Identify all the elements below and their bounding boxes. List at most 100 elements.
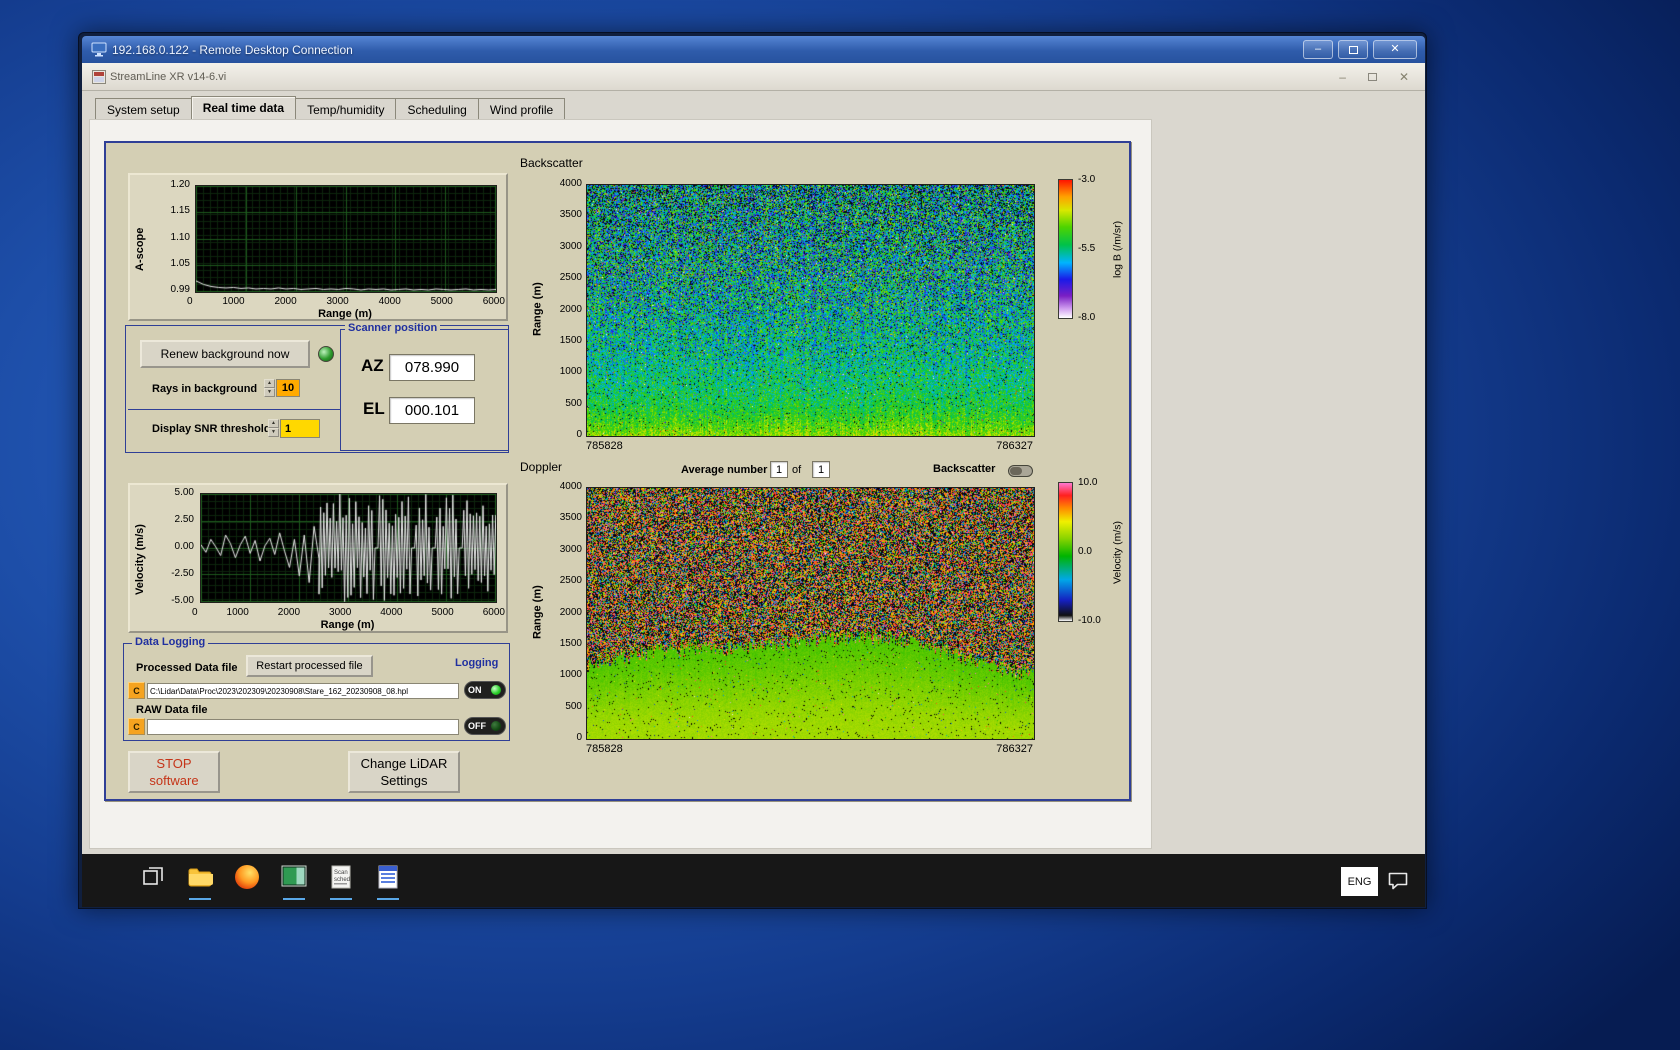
renew-background-button[interactable]: Renew background now [140, 340, 310, 368]
backscatter-x-ticks: 785828 786327 [586, 440, 1033, 452]
processed-drive-button[interactable]: C [128, 682, 145, 699]
processed-logging-toggle[interactable]: ON [464, 681, 506, 699]
tick-label: 3000 [326, 296, 349, 307]
el-value[interactable]: 000.101 [389, 397, 475, 424]
snr-spinner[interactable]: ▲ ▼ [268, 419, 279, 437]
tick-label: 3000 [559, 240, 582, 252]
firefox-button[interactable] [232, 862, 262, 900]
tick-label: 4000 [559, 178, 582, 189]
doppler-colorbar-ticks: 10.0 0.0 -10.0 [1078, 478, 1112, 626]
average-total-value[interactable]: 1 [812, 461, 830, 478]
rdp-maximize-button[interactable] [1338, 40, 1368, 59]
stop-software-button[interactable]: STOP software [128, 751, 220, 793]
backscatter-x-end: 786327 [996, 440, 1033, 452]
tick-label: 1000 [226, 607, 249, 618]
tab-wind-profile[interactable]: Wind profile [477, 98, 566, 121]
raw-drive-button[interactable]: C [128, 718, 145, 735]
language-indicator[interactable]: ENG [1341, 867, 1378, 896]
tick-label: 3500 [559, 209, 582, 221]
active-app-indicator [189, 898, 211, 900]
app-minimize-button[interactable]: – [1339, 69, 1346, 85]
firefox-icon [235, 865, 259, 889]
tick-label: 1.15 [170, 205, 190, 217]
rdp-close-button[interactable]: ✕ [1373, 40, 1417, 59]
notification-chat-icon[interactable] [1387, 871, 1409, 891]
main-panel: A-scope 1.20 1.15 1.10 1.05 0.99 0 1000 2000 30… [104, 141, 1131, 801]
az-label: AZ [361, 356, 384, 375]
divider [128, 409, 341, 410]
tick-label: -8.0 [1078, 312, 1096, 323]
tick-label: 4000 [559, 481, 582, 492]
raw-logging-toggle[interactable]: OFF [464, 717, 506, 735]
az-value[interactable]: 078.990 [389, 354, 475, 381]
app-maximize-button[interactable] [1367, 69, 1377, 85]
tab-real-time-data[interactable]: Real time data [190, 96, 297, 121]
tick-label: 2000 [274, 296, 297, 307]
active-app-indicator [283, 898, 305, 900]
scanner-position-box: Scanner position AZ 078.990 EL 000.101 [340, 322, 509, 451]
change-line1: Change LiDAR [360, 756, 448, 771]
logging-on-led [490, 684, 502, 696]
tab-temp-humidity[interactable]: Temp/humidity [295, 98, 397, 121]
rays-spinner[interactable]: ▲ ▼ [264, 379, 275, 397]
tick-label: -5.5 [1078, 243, 1096, 254]
tick-label: 1.20 [170, 179, 190, 190]
doppler-x-start: 785828 [586, 743, 623, 755]
backscatter-x-start: 785828 [586, 440, 623, 452]
tick-label: 0 [187, 296, 193, 307]
tick-label: 0.99 [170, 284, 190, 295]
processed-path-field[interactable]: C:\Lidar\Data\Proc\2023\202309\20230908\… [147, 683, 459, 699]
rdp-minimize-button[interactable]: – [1303, 40, 1333, 59]
tab-system-setup[interactable]: System setup [95, 98, 192, 121]
raw-path-field[interactable] [147, 719, 459, 735]
schedule-doc-button[interactable] [373, 862, 403, 900]
doppler-colorbar-label: Velocity (m/s) [1111, 520, 1124, 584]
data-logging-title: Data Logging [132, 636, 209, 649]
task-view-icon [143, 867, 163, 885]
a-scope-panel: A-scope 1.20 1.15 1.10 1.05 0.99 0 1000 2000 30… [128, 173, 508, 321]
rays-value[interactable]: 10 [276, 379, 300, 397]
active-app-indicator [377, 898, 399, 900]
tick-label: 10.0 [1078, 477, 1098, 488]
doppler-heatmap [586, 487, 1035, 740]
stop-line2: software [149, 773, 199, 788]
doppler-y-ticks: 4000 3500 3000 2500 2000 1500 1000 500 0 [548, 482, 582, 743]
file-explorer-button[interactable] [185, 862, 215, 900]
tick-label: 2500 [559, 272, 582, 284]
average-number-value[interactable]: 1 [770, 461, 788, 478]
tick-label: 0 [576, 732, 582, 743]
task-view-button[interactable] [138, 862, 168, 900]
a-scope-x-ticks: 0 1000 2000 3000 4000 5000 6000 [187, 296, 505, 307]
app-close-button[interactable]: ✕ [1399, 69, 1409, 85]
snr-value[interactable]: 1 [280, 419, 320, 438]
rdp-titlebar[interactable]: 192.168.0.122 - Remote Desktop Connectio… [82, 36, 1425, 63]
a-scope-x-axis-label: Range (m) [318, 308, 372, 320]
restart-processed-file-button[interactable]: Restart processed file [246, 655, 373, 677]
backscatter-display-toggle[interactable] [1008, 465, 1033, 477]
velocity-y-axis-label: Velocity (m/s) [134, 524, 146, 596]
tick-label: 2000 [277, 607, 301, 618]
change-lidar-settings-button[interactable]: Change LiDAR Settings [348, 751, 460, 793]
doppler-section-title: Doppler [520, 460, 563, 474]
toggle-knob [1010, 467, 1022, 475]
tick-label: 0.0 [1078, 546, 1092, 557]
backscatter-colorbar-label: log B (/m/sr) [1111, 220, 1124, 278]
desktop-background: 192.168.0.122 - Remote Desktop Connectio… [0, 0, 1680, 1050]
media-app-button[interactable] [279, 862, 309, 900]
backscatter-y-axis-label: Range (m) [531, 282, 544, 337]
maximize-icon [1367, 73, 1377, 81]
tick-label: 1.05 [170, 257, 190, 269]
a-scope-y-axis-label: A-scope [134, 227, 146, 271]
on-label: ON [468, 685, 482, 695]
tick-label: 2000 [559, 303, 582, 315]
schedule-doc-icon [378, 865, 398, 889]
tab-scheduling[interactable]: Scheduling [395, 98, 479, 121]
scan-scheduler-icon: Scansched [331, 865, 351, 889]
velocity-x-ticks: 0 1000 2000 3000 4000 5000 6000 [192, 607, 505, 618]
backscatter-section-title: Backscatter [520, 156, 583, 170]
remote-desktop-icon [91, 42, 107, 57]
app-titlebar[interactable]: StreamLine XR v14-6.vi – ✕ [82, 63, 1425, 91]
average-number-label: Average number [681, 464, 768, 476]
scan-scheduler-button[interactable]: Scan sched [326, 862, 356, 900]
tick-label: 3000 [559, 543, 582, 555]
